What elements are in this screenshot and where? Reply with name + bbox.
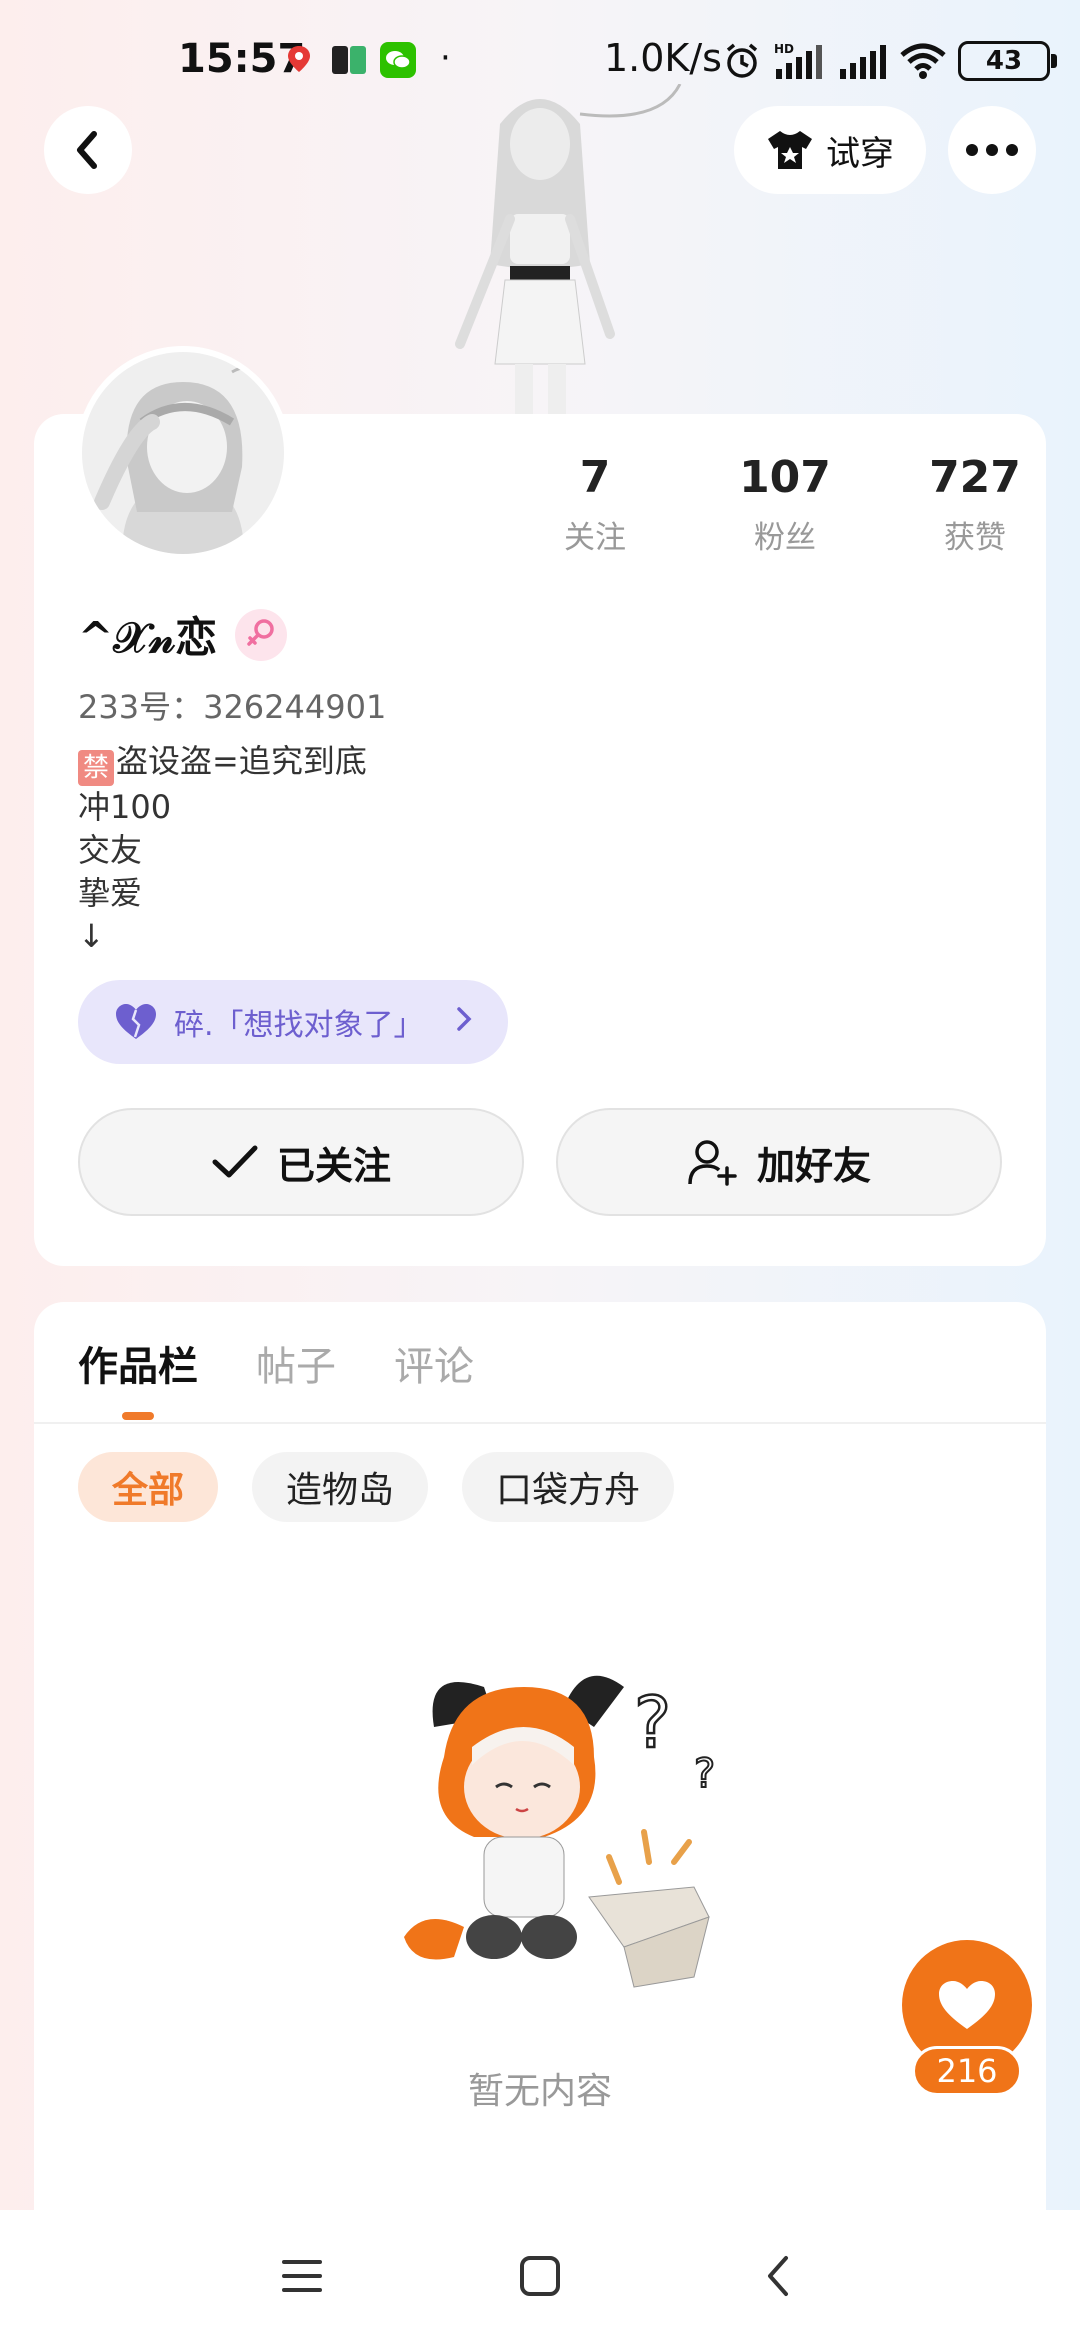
bio-line: 挚爱: [78, 874, 143, 912]
status-icons: HD 43: [722, 38, 1057, 84]
home-square-icon: [520, 2256, 560, 2296]
relationship-status-text: 碎.「想找对象了」: [174, 1008, 424, 1043]
add-friend-button[interactable]: 加好友: [556, 1108, 1002, 1216]
bio-line: ↓: [78, 917, 105, 955]
active-tab-indicator: [122, 1412, 154, 1420]
profile-stats: 7 关注 107 粉丝 727 获赞: [500, 452, 1070, 557]
try-on-label: 试穿: [826, 133, 894, 174]
like-count-badge: 216: [912, 2046, 1022, 2096]
bio-line: 禁盗设盗=追究到底: [78, 740, 367, 786]
recent-apps-button[interactable]: [272, 2248, 332, 2304]
location-app-icon: [288, 46, 310, 72]
tab-works[interactable]: 作品栏: [78, 1334, 198, 1392]
following-button[interactable]: 已关注: [78, 1108, 524, 1216]
battery-level: 43: [985, 46, 1023, 76]
chip-pocket-ark[interactable]: 口袋方舟: [462, 1452, 675, 1522]
content-tabs: 作品栏 帖子 评论: [78, 1334, 474, 1392]
chevron-right-icon: [456, 1005, 472, 1040]
alarm-icon: [726, 43, 758, 78]
bio-line: 冲100: [78, 788, 172, 826]
menu-icon: [282, 2260, 322, 2292]
chip-creation-island[interactable]: 造物岛: [252, 1452, 429, 1522]
avatar-3d-figure: [455, 84, 682, 414]
add-user-icon: [688, 1140, 737, 1186]
user-id: 233号：326244901: [78, 688, 387, 726]
stat-likes[interactable]: 727 获赞: [880, 452, 1070, 557]
try-on-button[interactable]: 试穿: [734, 106, 926, 194]
bio-line: 交友: [78, 831, 143, 869]
home-button[interactable]: [510, 2248, 570, 2304]
stat-following-count: 7: [579, 452, 611, 503]
bio: 禁盗设盗=追究到底 冲100 交友 挚爱 ↓: [78, 740, 367, 958]
heart-icon: [116, 1004, 156, 1039]
heart-icon: [939, 1981, 995, 2029]
stat-followers-label: 粉丝: [754, 520, 816, 556]
system-back-button[interactable]: [748, 2248, 808, 2304]
wechat-icon: [380, 42, 416, 78]
chevron-left-icon: [77, 131, 97, 169]
more-options-button[interactable]: [948, 106, 1036, 194]
wifi-icon: [900, 43, 946, 79]
ban-badge: 禁: [78, 750, 114, 786]
checkmark-icon: [212, 1145, 258, 1178]
signal-icon: [840, 45, 886, 79]
female-gender-icon: [235, 608, 288, 661]
signal-hd-icon: HD: [774, 42, 822, 79]
tabs-divider: [34, 1422, 1046, 1424]
svg-text:?: ?: [634, 1682, 671, 1764]
reader-app-icon: [332, 46, 366, 74]
stat-followers-count: 107: [739, 452, 831, 503]
empty-state-illustration: ? ?: [404, 1675, 716, 1988]
chevron-left-icon: [768, 2256, 788, 2296]
stat-following-label: 关注: [564, 520, 626, 556]
username-row: ^𝒳𝓃恋: [78, 604, 288, 665]
system-nav-bar: [0, 2210, 1080, 2340]
works-card: 作品栏 帖子 评论 全部 造物岛 口袋方舟 ? ? 暂无内容: [34, 1302, 1046, 2222]
svg-text:?: ?: [694, 1751, 715, 1797]
chip-all[interactable]: 全部: [78, 1452, 219, 1522]
following-label: 已关注: [276, 1143, 391, 1188]
category-chips: 全部 造物岛 口袋方舟: [78, 1452, 675, 1522]
battery-indicator: 43: [958, 41, 1057, 81]
stat-likes-label: 获赞: [944, 520, 1006, 556]
back-button[interactable]: [44, 106, 132, 194]
empty-state-text: 暂无内容: [467, 2071, 612, 2112]
stat-likes-count: 727: [929, 452, 1021, 503]
more-notifications-icon: ·: [440, 38, 451, 78]
tab-posts[interactable]: 帖子: [256, 1334, 336, 1392]
svg-text:HD: HD: [774, 42, 794, 56]
relationship-status-pill[interactable]: 碎.「想找对象了」: [78, 980, 508, 1064]
add-friend-label: 加好友: [756, 1143, 871, 1188]
tab-comments[interactable]: 评论: [394, 1334, 474, 1392]
tshirt-icon: [768, 131, 812, 169]
avatar[interactable]: [76, 346, 290, 560]
network-speed: 1.0K/s: [604, 36, 722, 80]
username: ^𝒳𝓃恋: [78, 613, 218, 662]
more-horizontal-icon: [966, 144, 1018, 156]
stat-following[interactable]: 7 关注: [500, 452, 690, 557]
stat-followers[interactable]: 107 粉丝: [690, 452, 880, 557]
avatar-image: [82, 352, 284, 554]
bio-line-text: 盗设盗=追究到底: [116, 742, 367, 780]
